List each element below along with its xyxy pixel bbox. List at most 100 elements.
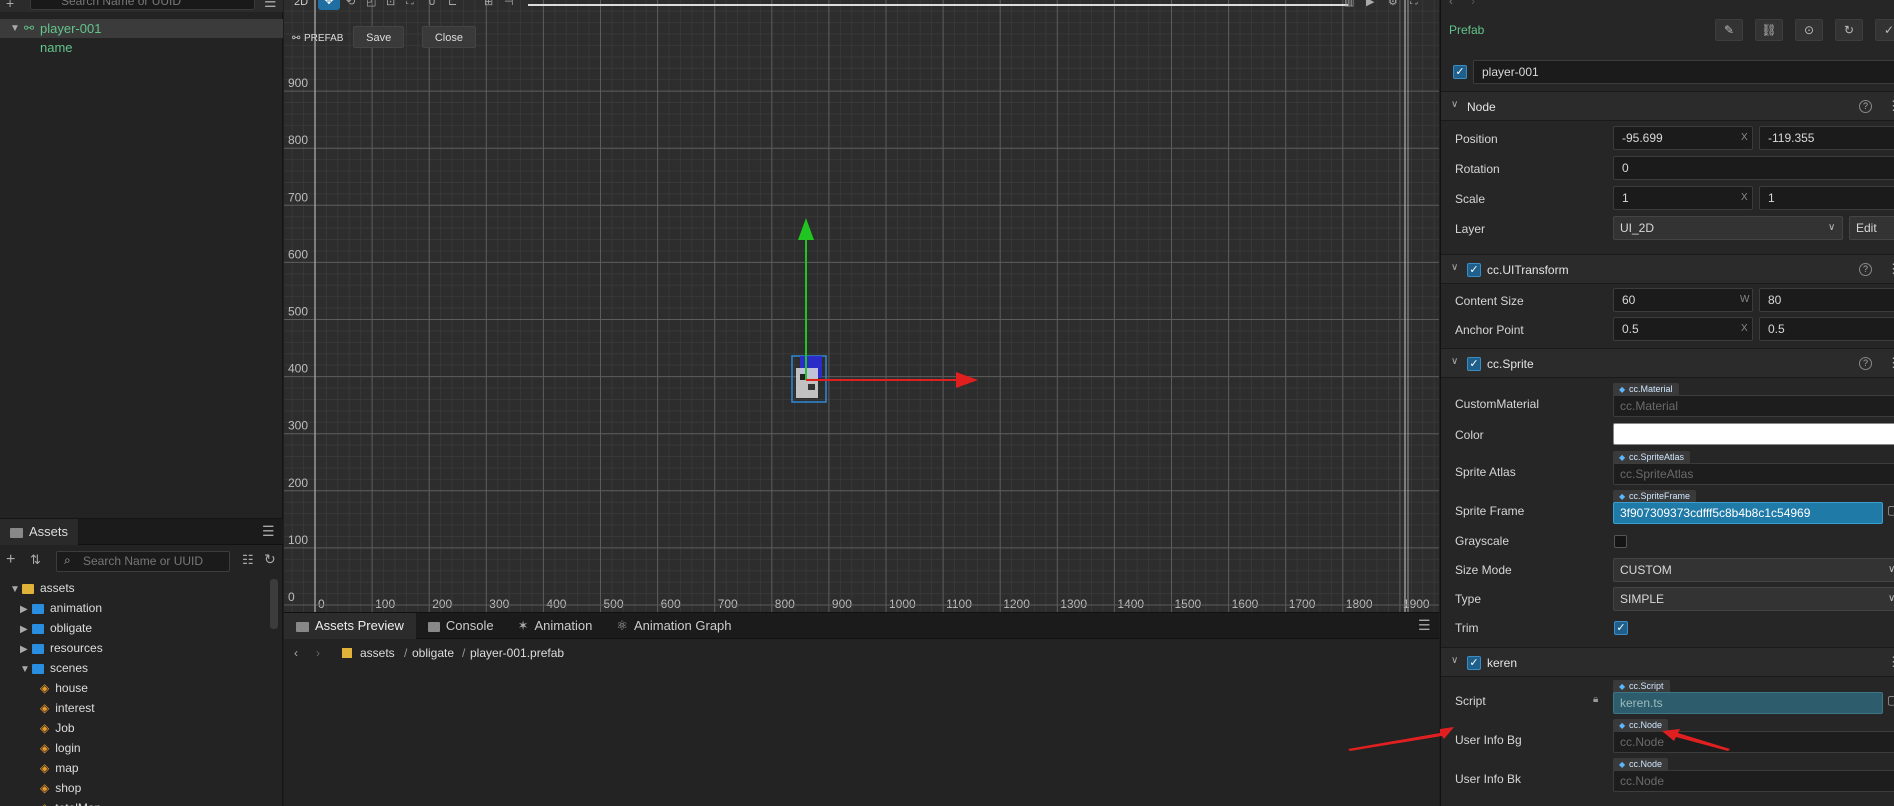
node-name-input[interactable]: player-001 <box>1473 60 1894 84</box>
transform-tool-icon[interactable]: ⛶ <box>406 0 414 8</box>
custom-material-field[interactable]: cc.Material <box>1613 395 1894 417</box>
tree-item-interest[interactable]: ◈ interest <box>40 698 95 718</box>
back-icon[interactable]: ‹ <box>294 640 298 666</box>
section-keren-header[interactable]: ∨ ✓ keren ⋮ <box>1441 647 1894 677</box>
open-asset-icon[interactable]: ▢ <box>1887 693 1894 707</box>
chevron-right-icon[interactable]: ▶ <box>20 600 32 620</box>
uitransform-enabled-checkbox[interactable]: ✓ <box>1467 263 1481 277</box>
tree-item-totalmap[interactable]: ◈ totalMap <box>40 798 101 806</box>
mode-2d-toggle[interactable]: 2D <box>294 0 308 8</box>
tree-item-scenes[interactable]: ▼ scenes <box>20 658 88 678</box>
assets-scrollbar[interactable] <box>270 579 278 629</box>
more-icon[interactable]: ⋮ <box>1887 355 1894 371</box>
anchor-x-input[interactable]: 0.5 <box>1613 317 1753 341</box>
open-asset-icon[interactable]: ▢ <box>1887 503 1894 517</box>
assets-search-input[interactable]: Search Name or UUID <box>56 551 230 572</box>
more-icon[interactable]: ⋮ <box>1887 98 1894 114</box>
tab-assets-preview[interactable]: Assets Preview <box>284 613 416 639</box>
keren-enabled-checkbox[interactable]: ✓ <box>1467 656 1481 670</box>
prefab-close-button[interactable]: Close <box>421 26 476 48</box>
refresh-icon[interactable]: ↻ <box>264 551 276 568</box>
hierarchy-search-input[interactable]: Search Name or UUID <box>30 0 255 10</box>
chevron-right-icon[interactable]: ▶ <box>20 620 32 640</box>
chevron-down-icon[interactable]: ∨ <box>1451 99 1458 110</box>
scale-y-input[interactable]: 1 <box>1759 186 1894 210</box>
tree-item-job[interactable]: ◈ Job <box>40 718 75 738</box>
layer-edit-button[interactable]: Edit <box>1849 216 1894 240</box>
unlink-prefab-icon[interactable]: ⛓ <box>1755 19 1783 41</box>
tree-item-map[interactable]: ◈ map <box>40 758 79 778</box>
content-width-input[interactable]: 60 <box>1613 288 1753 312</box>
help-icon[interactable]: ? <box>1859 100 1872 113</box>
sort-icon[interactable]: ⇅ <box>30 552 41 568</box>
chevron-down-icon[interactable]: ▼ <box>10 580 22 600</box>
position-x-input[interactable]: -95.699 <box>1613 126 1753 150</box>
scene-grid[interactable]: 0 100 200 300 400 500 600 700 800 900 1000 1100 1200… <box>284 0 1439 612</box>
help-icon[interactable]: ? <box>1859 263 1872 276</box>
assets-menu-icon[interactable]: ☰ <box>262 523 275 540</box>
tree-item-shop[interactable]: ◈ shop <box>40 778 81 798</box>
hierarchy-menu-icon[interactable]: ☰ <box>264 0 277 11</box>
rotate-tool-icon[interactable]: ⟲ <box>346 0 355 8</box>
trim-checkbox[interactable]: ✓ <box>1614 621 1628 635</box>
tree-item-obligate[interactable]: ▶ obligate <box>20 618 92 638</box>
magnet-icon[interactable]: ∪ <box>428 0 436 8</box>
forward-icon[interactable]: › <box>1471 0 1475 8</box>
add-node-icon[interactable]: + <box>6 0 14 11</box>
tree-item-login[interactable]: ◈ login <box>40 738 81 758</box>
scale-x-input[interactable]: 1 <box>1613 186 1753 210</box>
move-tool-icon[interactable]: ✥ <box>318 0 340 10</box>
hierarchy-item-player-001[interactable]: ▼ ⚯ player-001 <box>0 19 283 38</box>
snap-icon[interactable]: ⊏ <box>448 0 457 8</box>
anchor-y-input[interactable]: 0.5 <box>1759 317 1894 341</box>
forward-icon[interactable]: › <box>316 640 320 666</box>
chevron-down-icon[interactable]: ∨ <box>1451 655 1458 666</box>
user-info-bk-field[interactable]: cc.Node <box>1613 770 1894 792</box>
color-picker[interactable] <box>1613 423 1894 445</box>
pivot-icon[interactable]: ⊞ <box>484 0 493 8</box>
revert-icon[interactable]: ↻ <box>1835 19 1863 41</box>
node-active-checkbox[interactable]: ✓ <box>1453 65 1467 79</box>
tab-assets[interactable]: Assets <box>0 519 79 545</box>
chevron-right-icon[interactable]: ▶ <box>20 640 32 660</box>
section-node-header[interactable]: ∨ Node ? ⋮ <box>1441 91 1894 121</box>
tab-console[interactable]: Console <box>416 613 506 639</box>
breadcrumb-segment[interactable]: assets <box>360 640 395 666</box>
edit-prefab-icon[interactable]: ✎ <box>1715 19 1743 41</box>
tree-item-assets[interactable]: ▼ assets <box>10 578 75 598</box>
sprite-enabled-checkbox[interactable]: ✓ <box>1467 357 1481 371</box>
rotation-input[interactable]: 0 <box>1613 156 1894 180</box>
tab-animation[interactable]: ✶ Animation <box>506 613 605 639</box>
chevron-down-icon[interactable]: ▼ <box>20 660 32 680</box>
tree-item-animation[interactable]: ▶ animation <box>20 598 102 618</box>
layer-select[interactable]: UI_2D ∨ <box>1613 216 1843 240</box>
maximize-icon[interactable]: ⛶ <box>1410 0 1418 8</box>
locate-icon[interactable]: ⊙ <box>1795 19 1823 41</box>
position-y-input[interactable]: -119.355 <box>1759 126 1894 150</box>
scene-view[interactable]: 0 100 200 300 400 500 600 700 800 900 1000 1100 1200… <box>284 0 1439 612</box>
more-icon[interactable]: ⋮ <box>1887 654 1894 670</box>
collapse-all-icon[interactable]: ☷ <box>242 552 254 568</box>
grayscale-checkbox[interactable] <box>1614 535 1627 548</box>
section-uitransform-header[interactable]: ∨ ✓ cc.UITransform ? ⋮ <box>1441 254 1894 284</box>
gizmo-icon[interactable]: ▥ <box>1344 0 1354 8</box>
type-select[interactable]: SIMPLE ∨ <box>1613 587 1894 611</box>
breadcrumb-segment[interactable]: obligate <box>412 640 454 666</box>
sprite-frame-field[interactable]: 3f907309373cdfff5c8b4b8c1c54969 <box>1613 502 1883 524</box>
section-sprite-header[interactable]: ∨ ✓ cc.Sprite ? ⋮ <box>1441 348 1894 378</box>
tab-animation-graph[interactable]: ⚛ Animation Graph <box>604 613 743 639</box>
camera-icon[interactable]: ▶ <box>1366 0 1374 8</box>
bottom-menu-icon[interactable]: ☰ <box>1418 617 1431 634</box>
chevron-down-icon[interactable]: ∨ <box>1451 262 1458 273</box>
chevron-down-icon[interactable]: ▼ <box>10 19 20 38</box>
help-icon[interactable]: ? <box>1859 357 1872 370</box>
sprite-atlas-field[interactable]: cc.SpriteAtlas <box>1613 463 1894 485</box>
apply-icon[interactable]: ✓ <box>1875 19 1894 41</box>
scale-tool-icon[interactable]: ◰ <box>366 0 376 8</box>
content-height-input[interactable]: 80 <box>1759 288 1894 312</box>
size-mode-select[interactable]: CUSTOM ∨ <box>1613 558 1894 582</box>
back-icon[interactable]: ‹ <box>1449 0 1453 8</box>
add-asset-icon[interactable]: + <box>6 551 15 569</box>
prefab-save-button[interactable]: Save <box>353 26 405 48</box>
settings-icon[interactable]: ⚙ <box>1388 0 1398 8</box>
